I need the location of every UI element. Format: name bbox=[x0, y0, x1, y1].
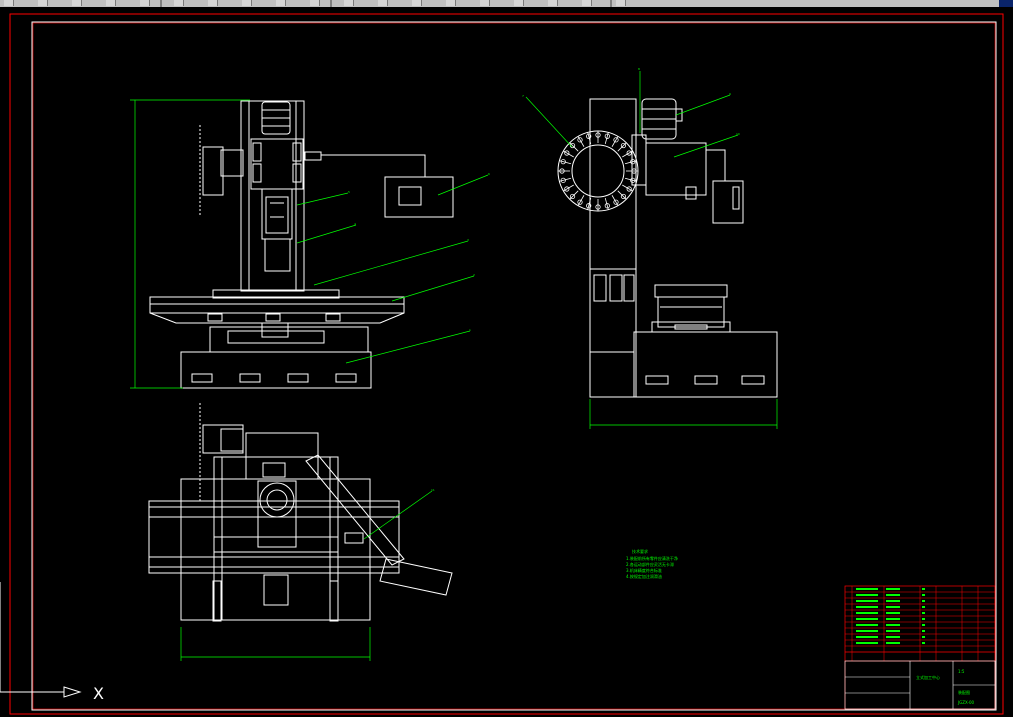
bom-cell-text bbox=[886, 636, 900, 638]
bom-cell-text bbox=[886, 630, 900, 632]
zoom-realtime-icon[interactable] bbox=[412, 0, 422, 6]
layer-icon[interactable] bbox=[616, 0, 626, 6]
bom-cell-text bbox=[856, 600, 878, 602]
callout-11: 11 bbox=[431, 488, 435, 492]
match-icon[interactable] bbox=[276, 0, 286, 6]
bom-cell-text bbox=[886, 642, 900, 644]
note-4: 4.按规定加注润滑油 bbox=[626, 573, 662, 579]
bom-cell-text bbox=[922, 612, 925, 614]
bom-cell-text bbox=[922, 642, 925, 644]
bom-cell-text bbox=[856, 606, 878, 608]
undo-icon[interactable] bbox=[310, 0, 320, 6]
bom-cell-text bbox=[922, 588, 925, 590]
bom-cell-text bbox=[856, 612, 878, 614]
properties-icon[interactable] bbox=[514, 0, 524, 6]
bom-cell-text bbox=[922, 630, 925, 632]
bom-cell-text bbox=[856, 636, 878, 638]
bom-cell-text bbox=[886, 600, 900, 602]
callout-10: 10 bbox=[736, 132, 740, 136]
bom-cell-text bbox=[922, 600, 925, 602]
preview-icon[interactable] bbox=[140, 0, 150, 6]
notes-heading: 技术要求 bbox=[632, 548, 648, 554]
callout-7: 7 bbox=[522, 94, 524, 98]
bom-cell-text bbox=[886, 612, 900, 614]
save-icon[interactable] bbox=[72, 0, 82, 6]
bom-cell-text bbox=[886, 588, 900, 590]
bom-cell-text bbox=[886, 618, 900, 620]
paste-icon[interactable] bbox=[242, 0, 252, 6]
note-3: 3.机床精度符合标准 bbox=[626, 567, 662, 573]
top-view-callouts: 11 bbox=[431, 488, 435, 492]
callout-8: 8 bbox=[638, 67, 640, 71]
new-icon[interactable] bbox=[4, 0, 14, 6]
callout-1: 1 bbox=[469, 328, 471, 332]
ucs-x-axis-label: X bbox=[93, 684, 104, 703]
callout-6: 6 bbox=[488, 172, 490, 176]
callout-3: 3 bbox=[467, 238, 469, 242]
cut-icon[interactable] bbox=[174, 0, 184, 6]
model-space-background bbox=[0, 7, 1013, 717]
bom-cell-text bbox=[856, 588, 878, 590]
bom-cell-text bbox=[922, 594, 925, 596]
bom-cell-text bbox=[886, 594, 900, 596]
cad-drawing-canvas[interactable]: 5 4 3 2 1 6 7 8 9 10 11 技术要求 1.装配前所有零件应清… bbox=[0, 7, 1013, 717]
callout-4: 4 bbox=[354, 222, 356, 226]
title-block-sheet: 装配图 bbox=[958, 689, 970, 695]
note-2: 2.各运动部件应灵活无卡滞 bbox=[626, 561, 674, 567]
bom-cell-text bbox=[856, 642, 878, 644]
copy-icon[interactable] bbox=[208, 0, 218, 6]
title-block-title: 立式加工中心 bbox=[916, 674, 940, 680]
toolbar-separator bbox=[610, 0, 612, 7]
title-block-scale: 1:5 bbox=[958, 669, 965, 674]
open-icon[interactable] bbox=[38, 0, 48, 6]
design-center-icon[interactable] bbox=[548, 0, 558, 6]
bom-cell-text bbox=[856, 594, 878, 596]
redo-icon[interactable] bbox=[344, 0, 354, 6]
callout-5: 5 bbox=[348, 190, 350, 194]
bom-cell-text bbox=[922, 606, 925, 608]
zoom-previous-icon[interactable] bbox=[480, 0, 490, 6]
callout-2: 2 bbox=[473, 273, 475, 277]
bom-cell-text bbox=[856, 624, 878, 626]
zoom-window-icon[interactable] bbox=[446, 0, 456, 6]
toolbar-separator bbox=[160, 0, 162, 7]
print-icon[interactable] bbox=[106, 0, 116, 6]
bom-cell-text bbox=[856, 630, 878, 632]
callout-9: 9 bbox=[729, 92, 731, 96]
bom-cell-text bbox=[922, 624, 925, 626]
tool-palette-icon[interactable] bbox=[582, 0, 592, 6]
title-block-drawing-no: JGZX-00 bbox=[957, 700, 975, 705]
bom-cell-text bbox=[886, 606, 900, 608]
bom-cell-text bbox=[922, 618, 925, 620]
note-1: 1.装配前所有零件应清洗干净 bbox=[626, 555, 678, 561]
pan-icon[interactable] bbox=[378, 0, 388, 6]
close-icon[interactable] bbox=[999, 0, 1013, 7]
bom-cell-text bbox=[856, 618, 878, 620]
toolbar-separator bbox=[330, 0, 332, 7]
bom-cell-text bbox=[922, 636, 925, 638]
bom-cell-text bbox=[886, 624, 900, 626]
